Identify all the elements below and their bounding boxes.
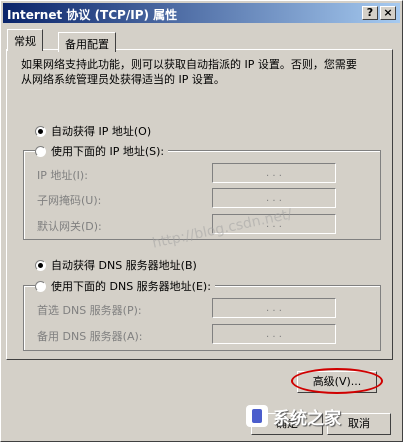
ip-auto-option[interactable]: 自动获得 IP 地址(O)	[35, 123, 151, 139]
description-text: 如果网络支持此功能，则可以获取自动指派的 IP 设置。否则，您需要从网络系统管理…	[21, 58, 357, 86]
ip-manual-label: 使用下面的 IP 地址(S):	[51, 145, 165, 158]
alternate-dns-label: 备用 DNS 服务器(A):	[37, 330, 143, 343]
tab-general[interactable]: 常规	[7, 29, 43, 51]
help-button[interactable]: ?	[362, 6, 378, 20]
default-gateway-label: 默认网关(D):	[37, 220, 102, 233]
dns-manual-option[interactable]: 使用下面的 DNS 服务器地址(E):	[35, 278, 215, 294]
title-bar[interactable]: Internet 协议 (TCP/IP) 属性 ? ×	[3, 3, 400, 23]
logo-icon	[246, 405, 268, 427]
ip-address-label: IP 地址(I):	[37, 169, 88, 182]
radio-selected-icon[interactable]	[35, 259, 46, 271]
ip-auto-label: 自动获得 IP 地址(O)	[51, 125, 152, 138]
tab-alternate-config[interactable]: 备用配置	[58, 32, 116, 52]
dns-auto-option[interactable]: 自动获得 DNS 服务器地址(B)	[35, 257, 197, 273]
site-logo: 系统之家	[246, 401, 400, 431]
subnet-mask-input[interactable]: . . .	[212, 188, 336, 208]
subnet-mask-label: 子网掩码(U):	[37, 194, 102, 207]
ip-manual-option[interactable]: 使用下面的 IP 地址(S):	[35, 143, 169, 159]
ip-address-input[interactable]: . . .	[212, 163, 336, 183]
annotation-highlight	[291, 368, 383, 394]
radio-unselected-icon[interactable]	[35, 145, 46, 157]
close-button[interactable]: ×	[380, 6, 396, 20]
dialog-window: Internet 协议 (TCP/IP) 属性 ? × 常规 备用配置 如果网络…	[0, 0, 403, 442]
dns-manual-label: 使用下面的 DNS 服务器地址(E):	[51, 280, 211, 293]
window-title: Internet 协议 (TCP/IP) 属性	[7, 8, 178, 22]
dns-auto-label: 自动获得 DNS 服务器地址(B)	[51, 259, 197, 272]
preferred-dns-label: 首选 DNS 服务器(P):	[37, 304, 142, 317]
preferred-dns-input[interactable]: . . .	[212, 298, 336, 318]
radio-selected-icon[interactable]	[35, 125, 46, 137]
alternate-dns-input[interactable]: . . .	[212, 324, 336, 344]
radio-unselected-icon[interactable]	[35, 280, 46, 292]
logo-text: 系统之家	[273, 408, 341, 429]
